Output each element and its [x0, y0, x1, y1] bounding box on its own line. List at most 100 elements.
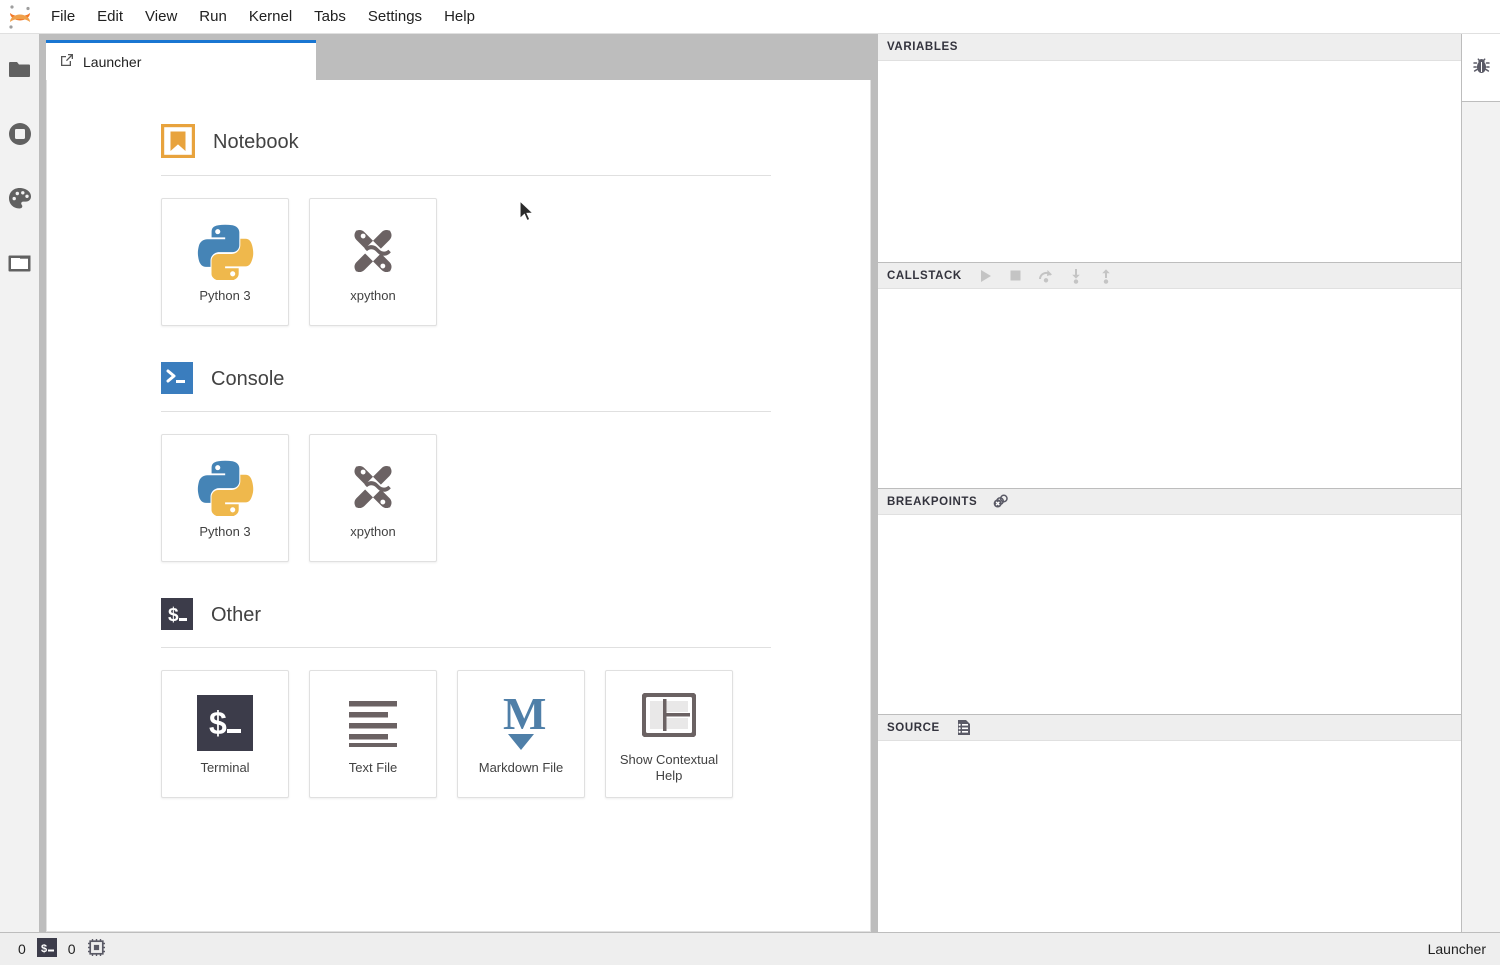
card-label: Text File [343, 760, 403, 776]
launcher-card-text-file[interactable]: Text File [309, 670, 437, 798]
card-label: Python 3 [193, 288, 256, 304]
launcher-section-notebook: Notebook Python 3 [161, 124, 870, 356]
menu-edit[interactable]: Edit [86, 0, 134, 34]
launcher-section-other: $ Other $ [161, 598, 870, 828]
sidebar-item-file-browser[interactable] [0, 50, 40, 90]
kernels-count: 0 [68, 941, 76, 957]
left-activity-bar [0, 34, 40, 932]
section-title: VARIABLES [887, 41, 958, 53]
terminal-icon[interactable]: $ [37, 938, 57, 960]
status-bar-left: 0 $ 0 [18, 938, 106, 960]
launcher-panel: Notebook Python 3 [46, 80, 871, 932]
tab-bar: Launcher [46, 40, 871, 80]
section-title: Console [211, 368, 284, 391]
source-toolbar [956, 720, 972, 736]
folder-icon [9, 59, 31, 81]
menu-settings[interactable]: Settings [357, 0, 433, 34]
sidebar-item-command-palette[interactable] [0, 180, 40, 220]
svg-text:M: M [503, 694, 546, 739]
card-label: xpython [344, 524, 402, 540]
section-title: CALLSTACK [887, 270, 962, 282]
debugger-panel: VARIABLES CALLSTACK [877, 34, 1461, 932]
notebook-bookmark-icon [161, 124, 195, 161]
launcher-card-terminal[interactable]: $ Terminal [161, 670, 289, 798]
section-divider [161, 411, 771, 412]
step-in-button[interactable] [1068, 268, 1084, 284]
sidebar-item-open-tabs[interactable] [0, 245, 40, 285]
tab-launcher[interactable]: Launcher [46, 40, 316, 80]
console-prompt-icon [161, 362, 193, 397]
kernel-cpu-icon[interactable] [87, 938, 106, 960]
card-label: Python 3 [193, 524, 256, 540]
menu-kernel[interactable]: Kernel [238, 0, 303, 34]
python-logo-icon [196, 456, 254, 518]
svg-text:$: $ [168, 605, 179, 626]
terminals-count: 0 [18, 941, 26, 957]
launcher-card-notebook-xpython[interactable]: xpython [309, 198, 437, 326]
launcher-icon [60, 53, 74, 70]
section-title: SOURCE [887, 722, 940, 734]
main-dock-area: Launcher Notebook [40, 34, 877, 932]
callstack-body [878, 289, 1461, 488]
card-label: xpython [344, 288, 402, 304]
card-label: Show Contextual Help [606, 752, 732, 785]
right-activity-bar [1461, 34, 1500, 932]
launcher-card-notebook-python3[interactable]: Python 3 [161, 198, 289, 326]
section-header: BREAKPOINTS [878, 488, 1461, 515]
menu-file[interactable]: File [40, 0, 86, 34]
tab-label: Launcher [83, 54, 141, 70]
xpython-logo-icon [343, 220, 403, 282]
variables-body [878, 61, 1461, 262]
text-file-icon [345, 692, 401, 754]
status-bar: 0 $ 0 Launcher [0, 932, 1500, 965]
breakpoints-toolbar [993, 494, 1009, 510]
terminal-dollar-icon: $ [161, 598, 193, 633]
breakpoints-body [878, 515, 1461, 714]
step-out-button[interactable] [1098, 268, 1114, 284]
section-title: Notebook [213, 131, 299, 154]
launcher-card-console-python3[interactable]: Python 3 [161, 434, 289, 562]
svg-text:$: $ [41, 943, 47, 955]
step-over-button[interactable] [1038, 268, 1054, 284]
menu-view[interactable]: View [134, 0, 188, 34]
debugger-section-breakpoints: BREAKPOINTS [878, 488, 1461, 714]
debugger-section-source: SOURCE [878, 714, 1461, 932]
section-header: Console [161, 362, 870, 411]
card-label: Markdown File [473, 760, 570, 776]
launcher-card-console-xpython[interactable]: xpython [309, 434, 437, 562]
source-body [878, 741, 1461, 932]
section-header: VARIABLES [878, 34, 1461, 61]
sidebar-item-running-sessions[interactable] [0, 115, 40, 155]
launcher-section-console: Console Python 3 [161, 362, 870, 592]
xpython-logo-icon [343, 456, 403, 518]
section-header: Notebook [161, 124, 870, 175]
bug-icon [1472, 56, 1491, 79]
menu-help[interactable]: Help [433, 0, 486, 34]
open-source-file-button[interactable] [956, 720, 972, 736]
terminate-button[interactable] [1008, 268, 1024, 284]
terminal-icon: $ [197, 692, 253, 754]
section-header: SOURCE [878, 714, 1461, 741]
card-row: Python 3 [161, 198, 870, 356]
section-divider [161, 647, 771, 648]
launcher-card-markdown-file[interactable]: M Markdown File [457, 670, 585, 798]
sidebar-item-debugger[interactable] [1462, 34, 1500, 102]
continue-button[interactable] [978, 268, 994, 284]
menu-tabs[interactable]: Tabs [303, 0, 357, 34]
debugger-section-callstack: CALLSTACK [878, 262, 1461, 488]
launcher-card-show-contextual-help[interactable]: Show Contextual Help [605, 670, 733, 798]
remove-all-breakpoints-button[interactable] [993, 494, 1009, 510]
jupyter-logo-icon [0, 0, 40, 34]
card-row: $ Terminal [161, 670, 870, 828]
menu-bar: File Edit View Run Kernel Tabs Settings … [0, 0, 1500, 34]
palette-icon [8, 187, 32, 213]
menu-run[interactable]: Run [188, 0, 238, 34]
running-terminals-icon [8, 122, 32, 149]
debugger-section-variables: VARIABLES [878, 34, 1461, 262]
status-bar-active-item: Launcher [1428, 941, 1486, 957]
contextual-help-icon [642, 684, 696, 746]
callstack-toolbar [978, 268, 1114, 284]
section-header: CALLSTACK [878, 262, 1461, 289]
python-logo-icon [196, 220, 254, 282]
card-row: Python 3 [161, 434, 870, 592]
